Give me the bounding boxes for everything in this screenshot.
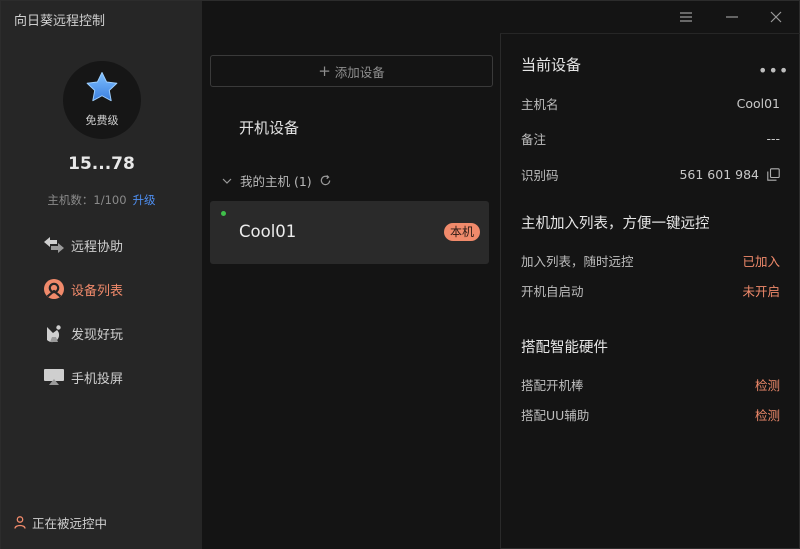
join-list-status[interactable]: 已加入 bbox=[742, 251, 780, 270]
uu-assist-check[interactable]: 检测 bbox=[755, 405, 780, 424]
local-badge: 本机 bbox=[444, 223, 481, 241]
device-name: Cool01 bbox=[239, 222, 297, 241]
note-value[interactable]: --- bbox=[766, 129, 780, 148]
hostname-value: Cool01 bbox=[736, 96, 780, 111]
discover-icon bbox=[42, 321, 66, 345]
autostart-label: 开机自启动 bbox=[521, 284, 584, 299]
device-list-icon bbox=[42, 277, 66, 301]
uu-assist-label: 搭配UU辅助 bbox=[521, 408, 590, 423]
remote-status: 正在被远控中 bbox=[14, 513, 107, 532]
hostname-row: 主机名 Cool01 bbox=[521, 94, 780, 113]
boot-stick-check[interactable]: 检测 bbox=[755, 375, 780, 394]
tier-label: 免费级 bbox=[85, 114, 119, 127]
device-detail-panel: 当前设备 ••• 主机名 Cool01 备注 --- 识别码 561 601 9… bbox=[501, 34, 800, 549]
refresh-icon[interactable] bbox=[319, 174, 332, 187]
current-device-heading: 当前设备 bbox=[521, 56, 582, 74]
device-card[interactable]: Cool01 本机 bbox=[210, 201, 489, 264]
join-list-row: 加入列表，随时远控 已加入 bbox=[521, 251, 780, 270]
note-label: 备注 bbox=[521, 132, 547, 147]
device-list-panel: + 添加设备 开机设备 我的主机 (1) Cool01 本机 bbox=[202, 1, 500, 549]
join-list-label: 加入列表，随时远控 bbox=[521, 254, 634, 269]
sidebar-item-label: 设备列表 bbox=[71, 283, 124, 299]
sidebar-nav: 远程协助 设备列表 发现好玩 手机投屏 bbox=[1, 223, 202, 399]
app-title: 向日葵远程控制 bbox=[14, 14, 106, 29]
id-code-value-wrap: 561 601 984 bbox=[679, 165, 780, 184]
sidebar: 向日葵远程控制 免费级 15...78 主机数：1/100 升级 远程协助 设备… bbox=[1, 1, 202, 549]
more-options-icon[interactable]: ••• bbox=[758, 61, 789, 80]
boot-stick-label: 搭配开机棒 bbox=[521, 378, 584, 393]
add-device-label: 添加设备 bbox=[334, 64, 385, 80]
id-code-value: 561 601 984 bbox=[679, 167, 759, 182]
minimize-icon[interactable] bbox=[724, 9, 740, 25]
user-id: 15...78 bbox=[68, 154, 135, 174]
plus-icon: + bbox=[318, 62, 331, 80]
screen-cast-icon bbox=[42, 365, 66, 389]
uu-assist-row: 搭配UU辅助 检测 bbox=[521, 405, 780, 424]
group-label: 我的主机 (1) bbox=[240, 174, 312, 189]
id-code-label: 识别码 bbox=[521, 168, 559, 183]
remote-assist-icon bbox=[42, 233, 66, 257]
group-my-hosts[interactable]: 我的主机 (1) bbox=[222, 171, 332, 190]
section-title-online: 开机设备 bbox=[239, 119, 300, 137]
upgrade-link[interactable]: 升级 bbox=[133, 193, 156, 207]
sidebar-item-device-list[interactable]: 设备列表 bbox=[1, 267, 202, 311]
remote-status-label: 正在被远控中 bbox=[32, 516, 108, 531]
host-count-label: 主机数：1/100 bbox=[47, 193, 127, 207]
boot-stick-row: 搭配开机棒 检测 bbox=[521, 375, 780, 394]
hostname-label: 主机名 bbox=[521, 97, 559, 112]
host-list-heading: 主机加入列表，方便一键远控 bbox=[521, 216, 710, 232]
avatar[interactable]: 免费级 bbox=[63, 61, 141, 139]
close-icon[interactable] bbox=[768, 9, 784, 25]
sidebar-item-label: 远程协助 bbox=[71, 239, 124, 255]
add-device-button[interactable]: + 添加设备 bbox=[210, 55, 493, 87]
chevron-down-icon bbox=[222, 178, 232, 184]
autostart-row: 开机自启动 未开启 bbox=[521, 281, 780, 300]
sidebar-item-label: 发现好玩 bbox=[71, 327, 124, 343]
id-code-row: 识别码 561 601 984 bbox=[521, 165, 780, 184]
sidebar-item-screen-cast[interactable]: 手机投屏 bbox=[1, 355, 202, 399]
star-icon bbox=[86, 72, 118, 102]
sidebar-item-remote-assist[interactable]: 远程协助 bbox=[1, 223, 202, 267]
app-window: 向日葵远程控制 免费级 15...78 主机数：1/100 升级 远程协助 设备… bbox=[0, 0, 800, 549]
copy-icon[interactable] bbox=[767, 168, 780, 181]
autostart-status[interactable]: 未开启 bbox=[742, 281, 780, 300]
sidebar-item-label: 手机投屏 bbox=[71, 371, 124, 387]
hardware-heading: 搭配智能硬件 bbox=[521, 340, 608, 356]
person-icon bbox=[14, 516, 26, 529]
online-indicator bbox=[221, 211, 226, 216]
note-row: 备注 --- bbox=[521, 129, 780, 148]
host-count: 主机数：1/100 升级 bbox=[1, 192, 202, 208]
sidebar-item-discover[interactable]: 发现好玩 bbox=[1, 311, 202, 355]
menu-icon[interactable] bbox=[678, 9, 694, 25]
